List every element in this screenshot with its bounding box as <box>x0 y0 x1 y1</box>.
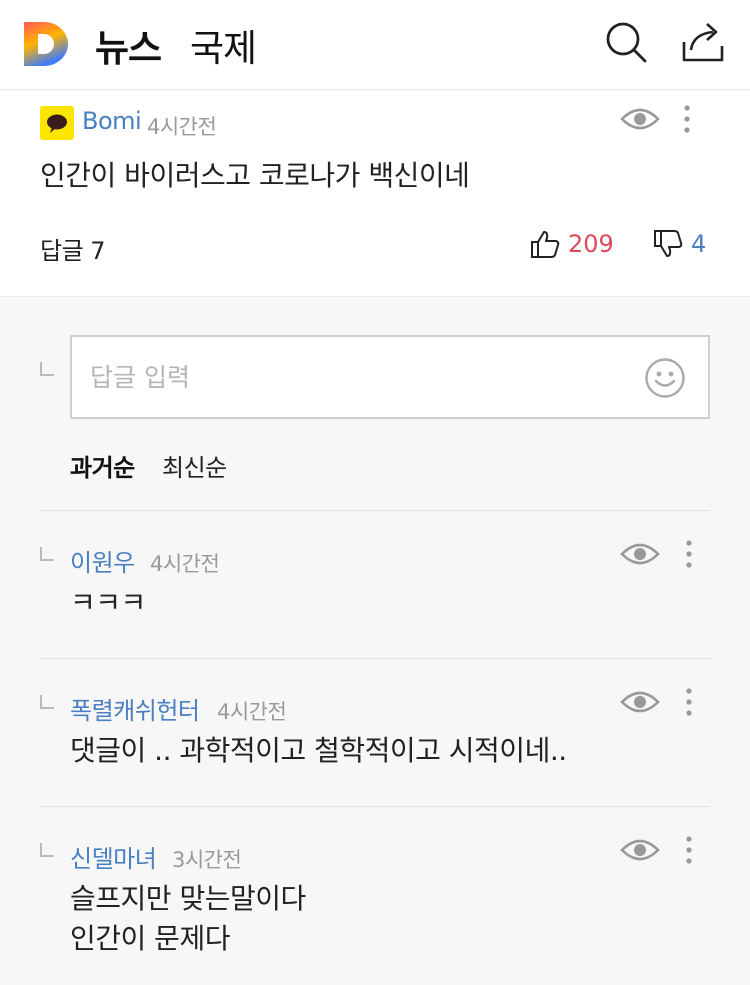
reply-indent-marker <box>40 695 54 709</box>
nav-news[interactable]: 뉴스 <box>95 18 162 72</box>
thumbs-up-icon <box>531 231 560 258</box>
reply-text: ㅋㅋㅋ <box>70 586 146 619</box>
nav-category-international[interactable]: 국제 <box>190 18 257 72</box>
divider <box>40 510 710 511</box>
reply-text: 인간이 문제다 <box>70 922 230 955</box>
thumbs-down-icon <box>654 230 683 257</box>
reply-text: 댓글이 .. 과학적이고 철학적이고 시적이네.. <box>70 734 567 767</box>
dislike-button[interactable]: 4 <box>653 227 706 261</box>
emoji-icon[interactable] <box>644 357 686 399</box>
like-button[interactable]: 209 <box>530 227 614 261</box>
top-app-bar: 뉴스 국제 <box>0 0 750 90</box>
reply-text: 슬프지만 맞는말이다 <box>70 882 306 915</box>
more-options-icon[interactable] <box>683 539 695 569</box>
daum-logo-icon[interactable] <box>22 20 70 68</box>
reply-author[interactable]: 신델마녀 <box>70 839 157 874</box>
divider <box>40 658 710 659</box>
sort-oldest-tab[interactable]: 과거순 <box>70 448 135 483</box>
like-count: 209 <box>568 230 614 258</box>
reply-time: 4시간전 <box>217 700 287 724</box>
reply-input[interactable] <box>90 357 630 397</box>
eye-icon[interactable] <box>620 688 660 716</box>
sort-newest-tab[interactable]: 최신순 <box>162 448 227 483</box>
eye-icon[interactable] <box>620 836 660 864</box>
reply-author[interactable]: 이원우 <box>70 543 135 578</box>
comment-card: Bomi 4시간전 인간이 바이러스고 코로나가 백신이네 답글 7 209 4 <box>0 91 750 297</box>
reply-input-box[interactable] <box>70 335 710 419</box>
reply-indent-marker <box>40 843 54 857</box>
reply-time: 4시간전 <box>150 552 220 576</box>
reply-count-link[interactable]: 답글 7 <box>40 231 106 266</box>
search-icon[interactable] <box>604 20 648 64</box>
eye-icon[interactable] <box>620 105 660 133</box>
comment-time: 4시간전 <box>147 115 217 139</box>
kakao-avatar-icon <box>40 106 74 140</box>
reply-author[interactable]: 폭렬캐쉬헌터 <box>70 691 200 726</box>
reply-time: 3시간전 <box>172 848 242 872</box>
more-options-icon[interactable] <box>683 835 695 865</box>
comment-author[interactable]: Bomi <box>82 107 142 135</box>
comment-text: 인간이 바이러스고 코로나가 백신이네 <box>40 159 470 192</box>
reply-indent-marker <box>40 362 54 376</box>
more-options-icon[interactable] <box>683 687 695 717</box>
share-icon[interactable] <box>681 20 725 64</box>
reply-indent-marker <box>40 547 54 561</box>
dislike-count: 4 <box>691 230 707 258</box>
eye-icon[interactable] <box>620 540 660 568</box>
more-options-icon[interactable] <box>681 104 693 134</box>
divider <box>40 806 710 807</box>
